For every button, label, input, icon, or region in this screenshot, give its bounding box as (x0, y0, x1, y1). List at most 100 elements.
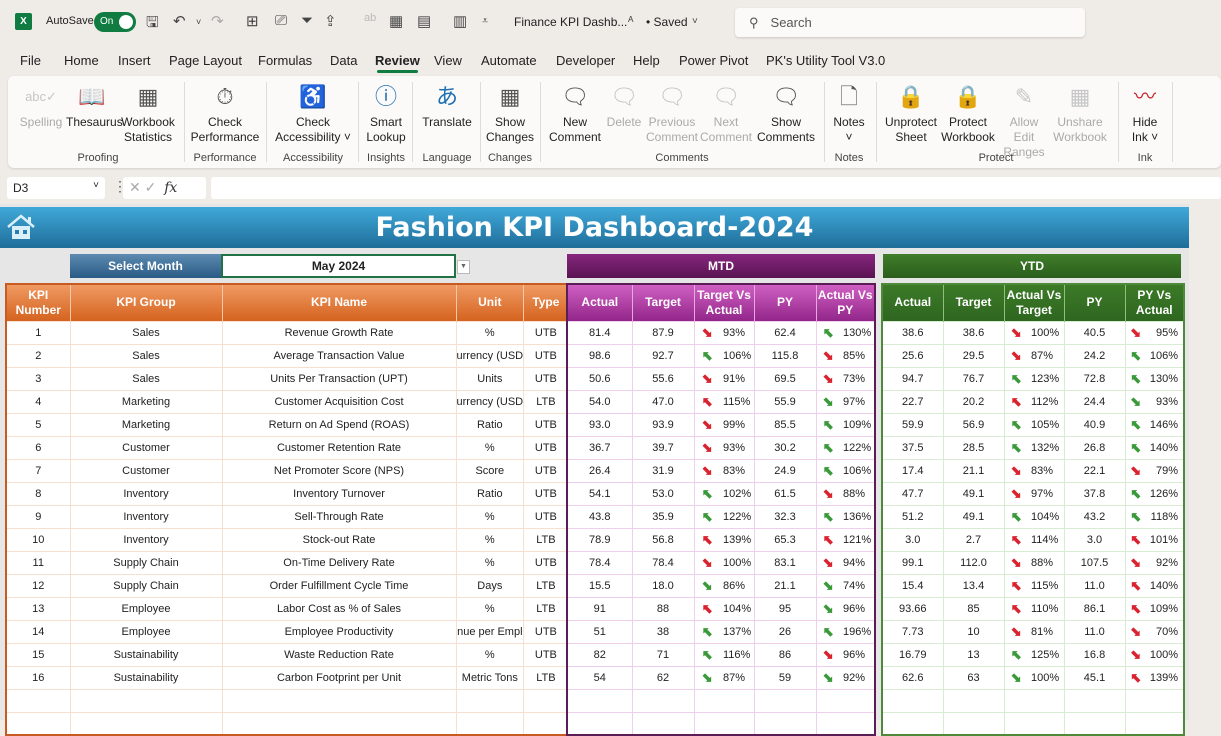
new-comment-button[interactable]: 🗨 New Comment (546, 80, 604, 145)
kpi-unit-cell[interactable]: % (455, 642, 525, 667)
home-icon[interactable] (6, 213, 36, 246)
mtd-target-cell[interactable]: 18.0 (631, 573, 695, 598)
ytd-target-cell[interactable]: 56.9 (942, 412, 1005, 437)
mtd-py-cell[interactable]: 26 (753, 619, 817, 644)
kpi-type-cell[interactable]: LTB (523, 573, 570, 598)
kpi-group-cell[interactable]: Marketing (69, 389, 223, 414)
tab-file[interactable]: File (20, 53, 41, 68)
name-box[interactable]: D3 ˅ (7, 177, 105, 199)
ytd-avt-cell[interactable]: 105% (1028, 412, 1065, 437)
mtd-avp-cell[interactable]: 196% (840, 619, 876, 644)
kpi-name-cell[interactable]: Customer Acquisition Cost (221, 389, 457, 414)
ytd-target-cell[interactable]: 85 (942, 596, 1005, 621)
filter-icon[interactable]: ⏷ (301, 12, 313, 29)
ytd-target-cell[interactable]: 20.2 (942, 389, 1005, 414)
ytd-actual-cell[interactable]: 37.5 (881, 435, 944, 460)
ytd-target-cell[interactable]: 29.5 (942, 343, 1005, 368)
kpi-unit-cell[interactable]: Score (455, 458, 525, 483)
ytd-avt-cell[interactable]: 115% (1028, 573, 1065, 598)
mtd-avp-cell[interactable] (840, 711, 876, 736)
mtd-avp-cell[interactable] (840, 688, 876, 713)
mtd-avp-cell[interactable]: 97% (840, 389, 876, 414)
spelling-button[interactable]: abc✓ Spelling (18, 80, 64, 130)
ytd-avt-cell[interactable]: 114% (1028, 527, 1065, 552)
ytd-target-cell[interactable]: 49.1 (942, 504, 1005, 529)
mtd-py-cell[interactable]: 59 (753, 665, 817, 690)
mtd-tva-cell[interactable]: 99% (720, 412, 755, 437)
ytd-actual-cell[interactable]: 93.66 (881, 596, 944, 621)
empty-cell[interactable] (815, 711, 840, 736)
mtd-tva-cell[interactable]: 139% (720, 527, 755, 552)
kpi-unit-cell[interactable]: urrency (USD (455, 343, 525, 368)
undo-dropdown-icon[interactable]: ˅ (196, 17, 201, 27)
mtd-target-cell[interactable]: 92.7 (631, 343, 695, 368)
ytd-pva-cell[interactable]: 95% (1146, 320, 1185, 345)
kpi-type-cell[interactable]: UTB (523, 435, 570, 460)
mtd-py-cell[interactable]: 30.2 (753, 435, 817, 460)
mtd-avp-cell[interactable]: 73% (840, 366, 876, 391)
ytd-pva-cell[interactable]: 93% (1146, 389, 1185, 414)
mtd-tva-cell[interactable]: 93% (720, 435, 755, 460)
kpi-name-cell[interactable]: Revenue Growth Rate (221, 320, 457, 345)
ytd-target-cell[interactable]: 112.0 (942, 550, 1005, 575)
kpi-type-cell[interactable]: LTB (523, 527, 570, 552)
month-select[interactable]: May 2024 (221, 254, 456, 278)
ytd-actual-cell[interactable]: 16.79 (881, 642, 944, 667)
mtd-tva-cell[interactable] (720, 711, 755, 736)
ytd-avt-cell[interactable]: 112% (1028, 389, 1065, 414)
ytd-py-cell[interactable]: 37.8 (1063, 481, 1126, 506)
mtd-actual-cell[interactable]: 54.0 (566, 389, 633, 414)
tab-review[interactable]: Review (375, 53, 420, 73)
kpi-group-cell[interactable]: Employee (69, 619, 223, 644)
mtd-actual-cell[interactable] (566, 711, 633, 736)
kpi-name-cell[interactable]: Net Promoter Score (NPS) (221, 458, 457, 483)
kpi-name-cell[interactable]: Customer Retention Rate (221, 435, 457, 460)
tab-help[interactable]: Help (633, 53, 660, 68)
mtd-avp-cell[interactable]: 130% (840, 320, 876, 345)
allow-edit-ranges-button[interactable]: ✎ Allow Edit Ranges (998, 80, 1050, 160)
ytd-avt-cell[interactable]: 97% (1028, 481, 1065, 506)
kpi-unit-cell[interactable] (455, 688, 525, 713)
mtd-tva-cell[interactable]: 116% (720, 642, 755, 667)
mtd-actual-cell[interactable]: 98.6 (566, 343, 633, 368)
ytd-pva-cell[interactable] (1146, 711, 1185, 736)
kpi-type-cell[interactable]: UTB (523, 642, 570, 667)
kpi-num-cell[interactable]: 1 (5, 320, 71, 345)
redo-icon[interactable]: ↷ (211, 12, 224, 30)
empty-cell[interactable] (1003, 688, 1028, 713)
mtd-avp-cell[interactable]: 96% (840, 596, 876, 621)
ytd-actual-cell[interactable]: 15.4 (881, 573, 944, 598)
kpi-num-cell[interactable]: 9 (5, 504, 71, 529)
mtd-actual-cell[interactable] (566, 688, 633, 713)
mtd-py-cell[interactable]: 32.3 (753, 504, 817, 529)
mtd-py-cell[interactable]: 21.1 (753, 573, 817, 598)
kpi-num-cell[interactable]: 4 (5, 389, 71, 414)
customize-qa-icon[interactable]: ⩡ (482, 15, 488, 28)
mtd-avp-cell[interactable]: 92% (840, 665, 876, 690)
tab-automate[interactable]: Automate (481, 53, 537, 68)
kpi-type-cell[interactable]: UTB (523, 619, 570, 644)
mtd-actual-cell[interactable]: 51 (566, 619, 633, 644)
kpi-type-cell[interactable]: UTB (523, 481, 570, 506)
mtd-tva-cell[interactable]: 86% (720, 573, 755, 598)
ytd-actual-cell[interactable]: 59.9 (881, 412, 944, 437)
ytd-pva-cell[interactable]: 139% (1146, 665, 1185, 690)
cancel-icon[interactable]: ✕ (129, 179, 141, 195)
ytd-pva-cell[interactable]: 130% (1146, 366, 1185, 391)
empty-cell[interactable] (815, 688, 840, 713)
ytd-pva-cell[interactable]: 70% (1146, 619, 1185, 644)
ytd-target-cell[interactable]: 76.7 (942, 366, 1005, 391)
kpi-name-cell[interactable]: On-Time Delivery Rate (221, 550, 457, 575)
mtd-actual-cell[interactable]: 91 (566, 596, 633, 621)
kpi-group-cell[interactable]: Inventory (69, 527, 223, 552)
kpi-name-cell[interactable]: Return on Ad Spend (ROAS) (221, 412, 457, 437)
mtd-target-cell[interactable]: 62 (631, 665, 695, 690)
empty-cell[interactable] (1124, 688, 1146, 713)
ytd-pva-cell[interactable]: 106% (1146, 343, 1185, 368)
search-input[interactable]: ⚲ Search (735, 8, 1085, 37)
mtd-target-cell[interactable]: 78.4 (631, 550, 695, 575)
ytd-target-cell[interactable]: 13.4 (942, 573, 1005, 598)
ytd-avt-cell[interactable]: 123% (1028, 366, 1065, 391)
mtd-avp-cell[interactable]: 74% (840, 573, 876, 598)
hide-ink-button[interactable]: 〰 Hide Ink ˅ (1124, 80, 1166, 145)
